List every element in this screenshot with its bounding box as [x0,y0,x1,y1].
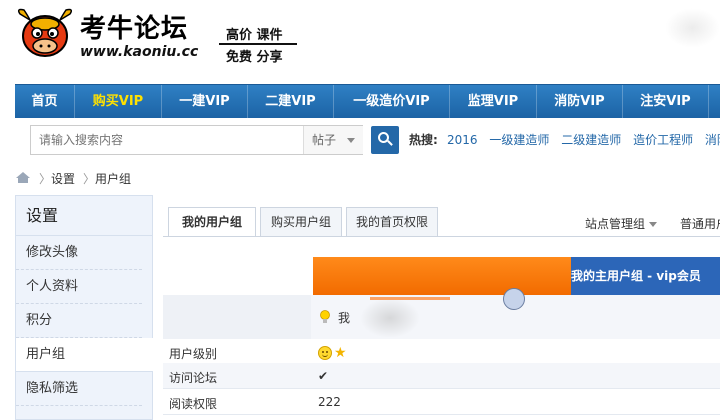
site-admin-label: 站点管理组 [585,217,646,231]
logo-title: 考牛论坛 [80,14,189,44]
blurred-region [665,8,720,48]
hot-search-label: 热搜: [409,133,438,147]
tab-buy-usergroup[interactable]: 购买用户组 [260,207,342,237]
hot-link[interactable]: 2016 [447,133,478,147]
logo-tagline-2: 免费 分享 [226,50,283,65]
nav-item-home[interactable]: 首页 [15,85,75,119]
chevron-down-icon [347,138,355,143]
lightbulb-icon [320,310,330,323]
usergroup-name: 我 [338,311,351,325]
sidebar-item-usergroup[interactable]: 用户组 [16,338,153,372]
smiley-icon [318,346,332,360]
hot-link[interactable]: 二级建造师 [561,133,621,147]
group-level-bar [313,257,571,295]
nav-item-jianli-vip[interactable]: 监理VIP [450,85,537,119]
nav-item-xiaofang-vip[interactable]: 消防VIP [537,85,623,119]
hot-search-links: 2016 一级建造师 二级建造师 造价工程师 消防工 [447,131,720,148]
chevron-right-icon: 〉 [83,172,96,186]
main-usergroup-header: 我的主用户组 - vip会员 [571,257,720,295]
site-logo[interactable]: 考牛论坛 www.kaoniu.cc 高价 课件 免费 分享 [14,6,304,66]
hot-link[interactable]: 造价工程师 [633,133,693,147]
tab-home-permissions[interactable]: 我的首页权限 [346,207,438,237]
sidebar-item-profile[interactable]: 个人资料 [16,270,142,304]
tabs-divider [163,236,720,237]
star-icon: ★ [334,345,347,361]
chevron-right-icon: 〉 [39,172,52,186]
search-button[interactable] [371,126,399,154]
row-label: 阅读权限 [169,397,218,411]
table-row: 访问论坛 ✔ [163,363,720,389]
nav-item-zaojia-vip[interactable]: 一级造价VIP [334,85,450,119]
row-label: 用户级别 [169,347,218,361]
sidebar-title: 设置 [16,196,152,236]
logo-url: www.kaoniu.cc [80,44,199,60]
main-nav: 首页 购买VIP 一建VIP 二建VIP 一级造价VIP 监理VIP 消防VIP… [15,84,720,119]
checkmark-icon: ✔ [318,369,329,383]
sidebar-item-credits[interactable]: 积分 [16,304,142,338]
user-level-icons: ★ [318,345,347,361]
chevron-down-icon [649,222,658,227]
cursor-indicator [503,288,525,310]
site-admin-dropdown[interactable]: 站点管理组 [585,215,658,232]
blurred-region [360,298,420,338]
hot-link[interactable]: 一级建造师 [489,133,549,147]
search-box: 帖子 [30,125,363,155]
row-value: 222 [318,395,341,409]
search-input[interactable] [31,126,303,154]
sidebar-item-avatar[interactable]: 修改头像 [16,236,142,270]
usergroup-main-row [163,295,720,339]
nav-item-yijian-vip[interactable]: 一建VIP [162,85,248,119]
table-row: 用户级别 ★ [163,339,720,365]
search-type-label: 帖子 [312,133,337,147]
breadcrumb-item[interactable]: 用户组 [95,170,131,187]
hot-link[interactable]: 消防工 [705,133,720,147]
settings-sidebar: 设置 修改头像 个人资料 积分 用户组 隐私筛选 [15,195,153,420]
nav-item-erjian-vip[interactable]: 二建VIP [248,85,334,119]
table-row: 阅读权限 222 [163,389,720,415]
breadcrumb-item[interactable]: 设置 [51,170,75,187]
home-icon[interactable] [15,171,31,184]
header: 考牛论坛 www.kaoniu.cc 高价 课件 免费 分享 [0,0,720,84]
logo-tagline-1: 高价 课件 [226,28,283,43]
search-type-select[interactable]: 帖子 [303,126,363,154]
sidebar-item-privacy[interactable]: 隐私筛选 [16,372,142,406]
nav-item-buy-vip[interactable]: 购买VIP [75,85,162,119]
normal-user-dropdown[interactable]: 普通用户 [680,215,720,232]
cow-mascot-icon [17,8,73,57]
logo-divider [219,43,297,45]
nav-item-zhuan-vip[interactable]: 注安VIP [623,85,709,119]
tab-my-usergroup[interactable]: 我的用户组 [168,207,256,237]
row-label: 访问论坛 [169,371,218,385]
